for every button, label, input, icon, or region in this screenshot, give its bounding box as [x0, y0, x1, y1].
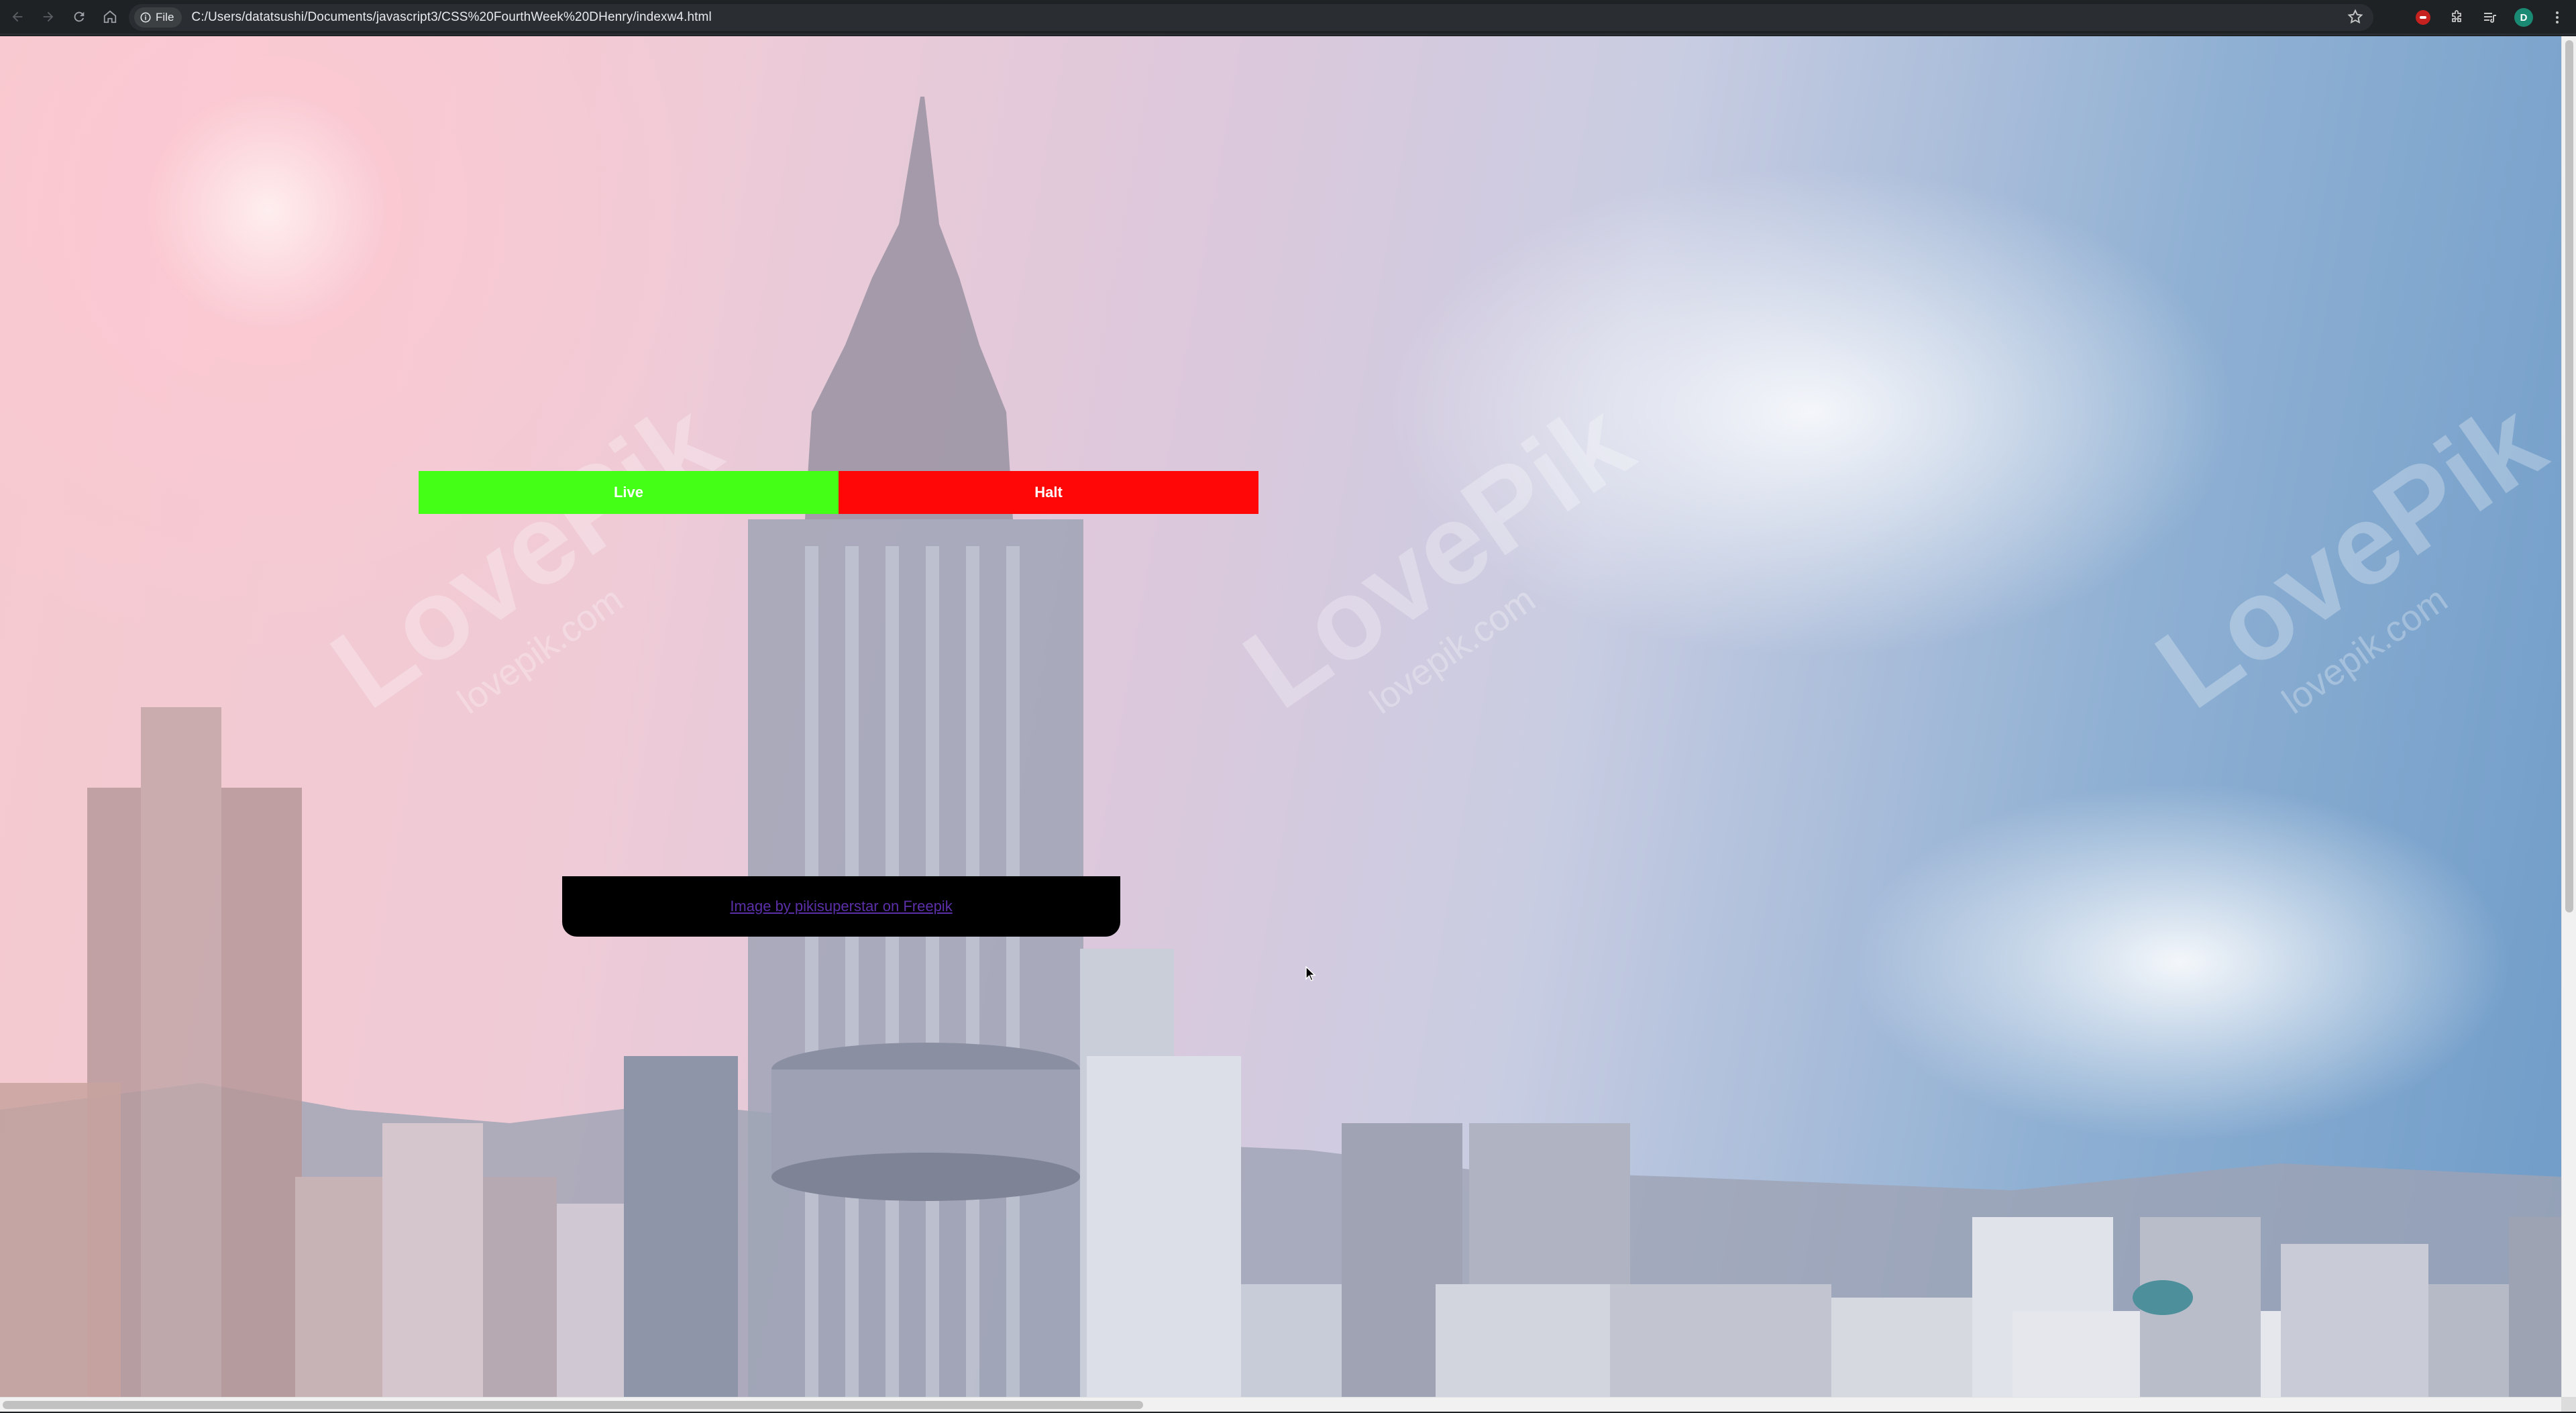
more-menu-icon[interactable]: [2548, 8, 2567, 27]
bookmark-star-icon[interactable]: [2347, 8, 2365, 27]
halt-button[interactable]: Halt: [839, 471, 1258, 514]
mouse-cursor-icon: [1305, 966, 1316, 982]
page-viewport: LovePik lovepik.com LovePik lovepik.com …: [0, 36, 2561, 1397]
profile-avatar[interactable]: D: [2514, 8, 2533, 27]
image-credit-link[interactable]: Image by pikisuperstar on Freepik: [730, 898, 952, 915]
extensions-puzzle-icon[interactable]: [2447, 8, 2466, 27]
reload-button[interactable]: [66, 3, 93, 30]
url-text[interactable]: C:/Users/datatsushi/Documents/javascript…: [191, 10, 711, 25]
address-bar[interactable]: File C:/Users/datatsushi/Documents/javas…: [129, 4, 2373, 31]
scrollbar-corner: [2561, 1397, 2576, 1412]
control-buttons: Live Halt: [419, 471, 1258, 514]
arrow-right-icon: [43, 11, 54, 22]
home-button[interactable]: [97, 3, 123, 30]
image-credit-box: Image by pikisuperstar on Freepik: [562, 876, 1120, 937]
reload-icon: [74, 11, 85, 22]
recorder-extension-icon[interactable]: [2414, 8, 2432, 27]
back-button[interactable]: [4, 3, 31, 30]
browser-toolbar: File C:/Users/datatsushi/Documents/javas…: [0, 0, 2576, 35]
info-icon: [140, 12, 151, 23]
file-chip-label: File: [156, 11, 174, 23]
horizontal-scroll-thumb[interactable]: [3, 1401, 1143, 1409]
arrow-left-icon: [12, 11, 23, 22]
vertical-scrollbar[interactable]: [2561, 36, 2576, 1397]
forward-button[interactable]: [35, 3, 62, 30]
toolbar-actions: D: [2414, 4, 2567, 31]
city-background-image: [0, 97, 2561, 1397]
media-controls-icon[interactable]: [2481, 8, 2500, 27]
site-info-chip[interactable]: File: [134, 7, 182, 28]
live-button[interactable]: Live: [419, 471, 839, 514]
home-icon: [103, 10, 117, 23]
horizontal-scrollbar[interactable]: [0, 1397, 2561, 1412]
vertical-scroll-thumb[interactable]: [2565, 40, 2573, 912]
